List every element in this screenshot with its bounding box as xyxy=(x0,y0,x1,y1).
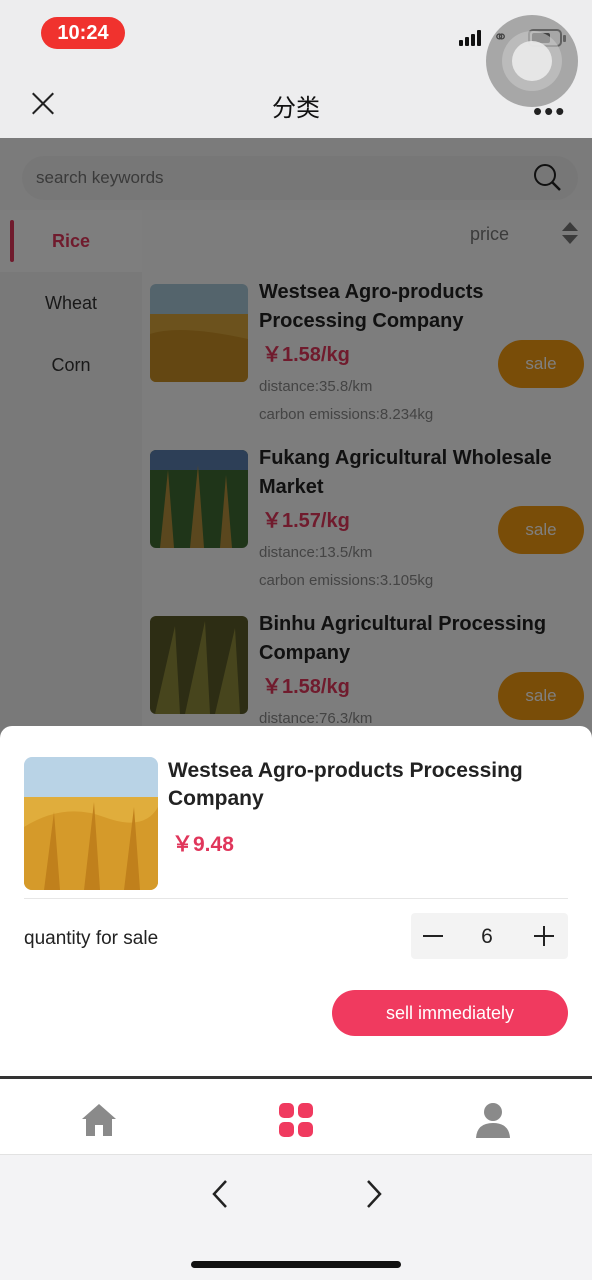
forward-arrow-icon[interactable] xyxy=(362,1177,386,1211)
quantity-label: quantity for sale xyxy=(24,928,159,949)
sell-bottom-sheet: Westsea Agro-products Processing Company… xyxy=(0,726,592,1076)
back-arrow-icon[interactable] xyxy=(208,1177,232,1211)
sheet-product-price: ￥9.48 xyxy=(172,833,234,856)
assistive-touch-button[interactable] xyxy=(486,15,578,107)
wheat-field-image xyxy=(24,757,158,890)
status-time: 10:24 xyxy=(41,17,125,49)
divider xyxy=(24,898,568,899)
home-icon[interactable] xyxy=(79,1101,119,1139)
category-grid-icon[interactable] xyxy=(276,1101,316,1139)
sell-immediately-button[interactable]: sell immediately xyxy=(332,990,568,1036)
plus-icon[interactable] xyxy=(534,926,554,946)
user-icon[interactable] xyxy=(473,1101,513,1139)
sheet-product-name: Westsea Agro-products Processing Company xyxy=(168,759,523,810)
signal-icon xyxy=(459,30,487,46)
browser-toolbar xyxy=(0,1154,592,1280)
quantity-stepper: 6 xyxy=(411,913,568,959)
minus-icon[interactable] xyxy=(423,935,443,937)
tab-bar xyxy=(0,1076,592,1154)
quantity-value[interactable]: 6 xyxy=(467,925,507,949)
home-indicator xyxy=(191,1261,401,1268)
